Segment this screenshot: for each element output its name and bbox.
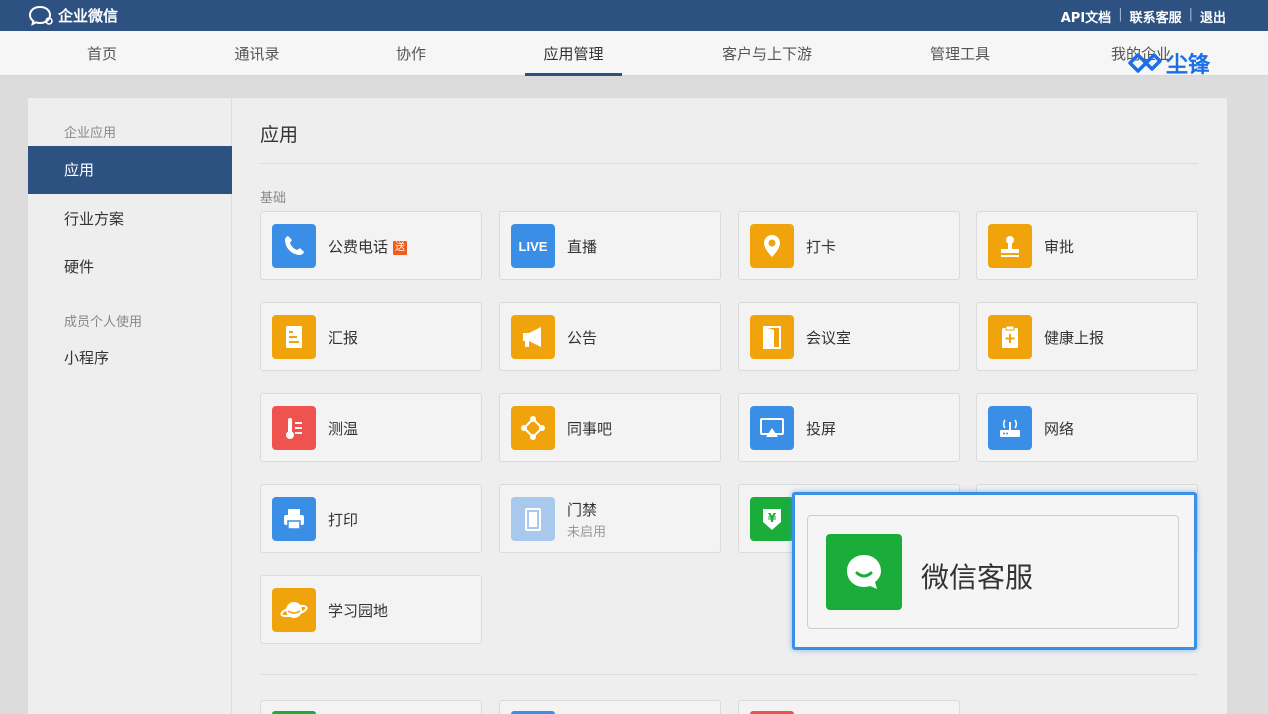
app-name: 公费电话	[328, 238, 389, 256]
contact-support-link[interactable]: 联系客服	[1130, 7, 1182, 26]
app-card-temperature[interactable]: 测温	[260, 393, 482, 462]
app-name: 打卡	[806, 238, 837, 256]
sidebar-group-enterprise-apps: 企业应用	[64, 126, 117, 141]
app-card-partial[interactable]	[738, 700, 960, 714]
screen-cast-icon	[750, 406, 794, 450]
wework-logo-icon	[28, 5, 53, 26]
door-access-icon	[511, 497, 555, 541]
sidebar: 企业应用 应用 行业方案 硬件 成员个人使用 小程序	[28, 98, 232, 714]
sidebar-group-personal-use: 成员个人使用	[64, 315, 143, 330]
app-name: 汇报	[328, 329, 359, 347]
door-icon	[750, 315, 794, 359]
location-pin-icon	[750, 224, 794, 268]
app-name: 同事吧	[567, 420, 613, 438]
app-card-health-report[interactable]: 健康上报	[976, 302, 1198, 371]
highlight-popup: 微信客服	[792, 492, 1197, 650]
sidebar-item-industry-solutions[interactable]: 行业方案	[28, 195, 232, 243]
nav-customers[interactable]: 客户与上下游	[710, 31, 824, 76]
thermometer-icon	[272, 406, 316, 450]
app-card-check-in[interactable]: 打卡	[738, 211, 960, 280]
app-title: 企业微信	[58, 6, 119, 25]
logo[interactable]: 企业微信	[28, 4, 118, 26]
nav-app-management[interactable]: 应用管理	[525, 31, 622, 76]
app-name: 投屏	[806, 420, 837, 438]
svg-text:LIVE: LIVE	[519, 239, 548, 254]
nav-management-tools[interactable]: 管理工具	[918, 31, 1002, 76]
app-name: 直播	[567, 238, 598, 256]
app-card-learning[interactable]: 学习园地	[260, 575, 482, 644]
health-clipboard-icon	[988, 315, 1032, 359]
app-card-partial[interactable]	[260, 700, 482, 714]
app-name: 打印	[328, 511, 359, 529]
router-icon	[988, 406, 1032, 450]
app-card-meeting-room[interactable]: 会议室	[738, 302, 960, 371]
page-title: 应用	[260, 124, 299, 146]
chat-bubble-icon	[826, 534, 902, 610]
watermark-logo-icon	[1128, 53, 1162, 73]
live-icon: LIVE	[511, 224, 555, 268]
app-name: 门禁	[567, 501, 598, 519]
app-card-public-phone[interactable]: 公费电话送	[260, 211, 482, 280]
app-name: 审批	[1044, 238, 1075, 256]
svg-text:¥: ¥	[768, 511, 777, 525]
app-name: 网络	[1044, 420, 1075, 438]
megaphone-icon	[511, 315, 555, 359]
section-label-basic: 基础	[260, 191, 287, 206]
app-card-live[interactable]: LIVE 直播	[499, 211, 721, 280]
yuan-shield-icon: ¥	[750, 497, 794, 541]
printer-icon	[272, 497, 316, 541]
separator: |	[1188, 7, 1193, 22]
app-name: 公告	[567, 329, 598, 347]
nav-contacts[interactable]: 通讯录	[220, 31, 294, 76]
app-name: 会议室	[806, 329, 852, 347]
app-card-network[interactable]: 网络	[976, 393, 1198, 462]
sidebar-item-hardware[interactable]: 硬件	[28, 243, 232, 291]
api-docs-link[interactable]: API文档	[1061, 7, 1111, 26]
top-bar: 企业微信 API文档 | 联系客服 | 退出	[0, 0, 1268, 31]
divider	[260, 674, 1198, 675]
nav-collaboration[interactable]: 协作	[380, 31, 442, 76]
app-card-partial[interactable]	[499, 700, 721, 714]
stamp-icon	[988, 224, 1032, 268]
app-card-print[interactable]: 打印	[260, 484, 482, 553]
nav-home[interactable]: 首页	[70, 31, 134, 76]
app-card-access-control[interactable]: 门禁 未启用	[499, 484, 721, 553]
report-icon	[272, 315, 316, 359]
app-name: 微信客服	[921, 561, 1034, 594]
app-name: 测温	[328, 420, 359, 438]
app-card-announcement[interactable]: 公告	[499, 302, 721, 371]
watermark: 尘锋	[1128, 47, 1210, 79]
app-name: 学习园地	[328, 602, 389, 620]
app-card-report[interactable]: 汇报	[260, 302, 482, 371]
network-nodes-icon	[511, 406, 555, 450]
phone-icon	[272, 224, 316, 268]
app-card-screen-cast[interactable]: 投屏	[738, 393, 960, 462]
app-card-wechat-customer-service[interactable]: 微信客服	[807, 515, 1179, 629]
app-status-disabled: 未启用	[567, 525, 607, 540]
divider	[260, 163, 1198, 164]
top-links: API文档 | 联系客服 | 退出	[1061, 7, 1226, 26]
logout-link[interactable]: 退出	[1200, 7, 1226, 26]
separator: |	[1118, 7, 1123, 22]
sidebar-item-apps[interactable]: 应用	[28, 146, 232, 194]
sidebar-item-mini-programs[interactable]: 小程序	[28, 334, 232, 382]
planet-icon	[272, 588, 316, 632]
main-nav: 首页 通讯录 协作 应用管理 客户与上下游 管理工具 我的企业	[0, 31, 1268, 76]
app-card-colleague-forum[interactable]: 同事吧	[499, 393, 721, 462]
app-card-approval[interactable]: 审批	[976, 211, 1198, 280]
app-name: 健康上报	[1044, 329, 1105, 347]
gift-badge: 送	[393, 241, 408, 255]
watermark-text: 尘锋	[1166, 53, 1211, 78]
